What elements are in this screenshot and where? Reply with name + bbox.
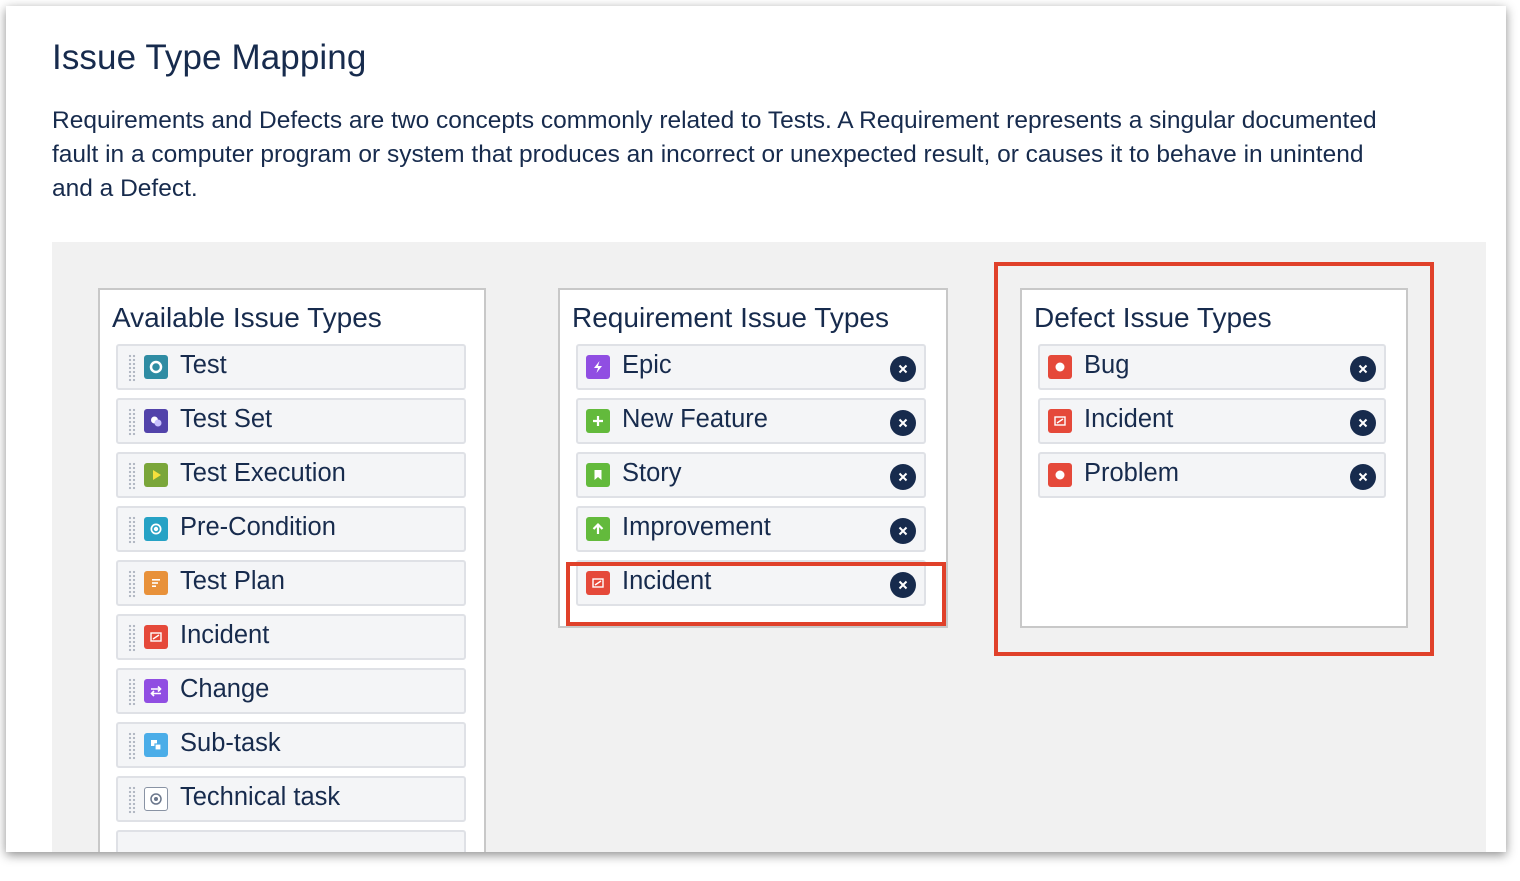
- item-label: Pre-Condition: [180, 513, 336, 541]
- item-label: Incident: [1084, 405, 1174, 433]
- item-label: Test Plan: [180, 567, 285, 595]
- available-issue-types-panel: Available Issue Types Test Test Set Test…: [98, 288, 486, 852]
- available-item-partial[interactable]: [116, 830, 466, 852]
- item-label: New Feature: [622, 405, 768, 433]
- incident-icon: [1048, 409, 1072, 433]
- available-item-test-execution[interactable]: Test Execution: [116, 452, 466, 498]
- item-label: Story: [622, 459, 682, 487]
- close-icon: [898, 526, 908, 536]
- available-item-sub-task[interactable]: Sub-task: [116, 722, 466, 768]
- remove-improvement-button[interactable]: [890, 518, 916, 544]
- remove-incident-button[interactable]: [890, 572, 916, 598]
- drag-handle-icon[interactable]: [128, 516, 136, 544]
- available-item-test-set[interactable]: Test Set: [116, 398, 466, 444]
- item-label: Technical task: [180, 783, 341, 811]
- drag-handle-icon[interactable]: [128, 570, 136, 598]
- new-feature-icon: [586, 409, 610, 433]
- drag-handle-icon[interactable]: [128, 408, 136, 436]
- story-icon: [586, 463, 610, 487]
- issue-type-mapping-card: Issue Type Mapping Requirements and Defe…: [6, 6, 1506, 852]
- item-label: Change: [180, 675, 270, 703]
- item-label: Sub-task: [180, 729, 281, 757]
- description-line: and a Defect.: [52, 175, 198, 202]
- available-item-pre-condition[interactable]: Pre-Condition: [116, 506, 466, 552]
- close-icon: [1358, 418, 1368, 428]
- sub-task-icon: [144, 733, 168, 757]
- item-label: Test: [180, 351, 227, 379]
- remove-epic-button[interactable]: [890, 356, 916, 382]
- drag-handle-icon[interactable]: [128, 624, 136, 652]
- pre-condition-icon: [144, 517, 168, 541]
- close-icon: [898, 472, 908, 482]
- requirement-panel-title: Requirement Issue Types: [572, 302, 889, 333]
- available-item-incident[interactable]: Incident: [116, 614, 466, 660]
- improvement-icon: [586, 517, 610, 541]
- item-label: Test Set: [180, 405, 273, 433]
- page-description: Requirements and Defects are two concept…: [52, 104, 1506, 206]
- epic-icon: [586, 355, 610, 379]
- mapping-area: Available Issue Types Test Test Set Test…: [52, 242, 1486, 852]
- requirement-item-new-feature[interactable]: New Feature: [576, 398, 926, 444]
- defect-item-problem[interactable]: Problem: [1038, 452, 1386, 498]
- drag-handle-icon[interactable]: [128, 786, 136, 814]
- defect-item-bug[interactable]: Bug: [1038, 344, 1386, 390]
- requirement-item-incident[interactable]: Incident: [576, 560, 926, 606]
- requirement-item-improvement[interactable]: Improvement: [576, 506, 926, 552]
- available-item-technical-task[interactable]: Technical task: [116, 776, 466, 822]
- remove-defect-incident-button[interactable]: [1350, 410, 1376, 436]
- item-label: Incident: [622, 567, 712, 595]
- drag-handle-icon[interactable]: [128, 354, 136, 382]
- item-label: Bug: [1084, 351, 1130, 379]
- drag-handle-icon[interactable]: [128, 732, 136, 760]
- item-label: Test Execution: [180, 459, 346, 487]
- test-plan-icon: [144, 571, 168, 595]
- page-title: Issue Type Mapping: [52, 38, 367, 77]
- available-item-test-plan[interactable]: Test Plan: [116, 560, 466, 606]
- item-label: Incident: [180, 621, 270, 649]
- requirement-issue-types-panel: Requirement Issue Types Epic New Feature…: [558, 288, 948, 628]
- available-panel-title: Available Issue Types: [112, 302, 382, 333]
- close-icon: [898, 580, 908, 590]
- remove-problem-button[interactable]: [1350, 464, 1376, 490]
- close-icon: [898, 418, 908, 428]
- drag-handle-icon[interactable]: [128, 678, 136, 706]
- defect-panel-title: Defect Issue Types: [1034, 302, 1272, 333]
- bug-icon: [1048, 355, 1072, 379]
- test-set-icon: [144, 409, 168, 433]
- item-label: Improvement: [622, 513, 771, 541]
- remove-new-feature-button[interactable]: [890, 410, 916, 436]
- test-execution-icon: [144, 463, 168, 487]
- defect-item-incident[interactable]: Incident: [1038, 398, 1386, 444]
- requirement-item-story[interactable]: Story: [576, 452, 926, 498]
- defect-issue-types-panel: Defect Issue Types Bug Incident Problem: [1020, 288, 1408, 628]
- change-icon: [144, 679, 168, 703]
- drag-handle-icon[interactable]: [128, 462, 136, 490]
- technical-task-icon: [144, 787, 168, 811]
- requirement-item-epic[interactable]: Epic: [576, 344, 926, 390]
- problem-icon: [1048, 463, 1072, 487]
- remove-bug-button[interactable]: [1350, 356, 1376, 382]
- item-label: Problem: [1084, 459, 1179, 487]
- description-line: fault in a computer program or system th…: [52, 141, 1364, 168]
- remove-story-button[interactable]: [890, 464, 916, 490]
- test-icon: [144, 355, 168, 379]
- incident-icon: [144, 625, 168, 649]
- close-icon: [898, 364, 908, 374]
- available-item-change[interactable]: Change: [116, 668, 466, 714]
- description-line: Requirements and Defects are two concept…: [52, 107, 1377, 134]
- close-icon: [1358, 364, 1368, 374]
- incident-icon: [586, 571, 610, 595]
- close-icon: [1358, 472, 1368, 482]
- item-label: Epic: [622, 351, 672, 379]
- available-item-test[interactable]: Test: [116, 344, 466, 390]
